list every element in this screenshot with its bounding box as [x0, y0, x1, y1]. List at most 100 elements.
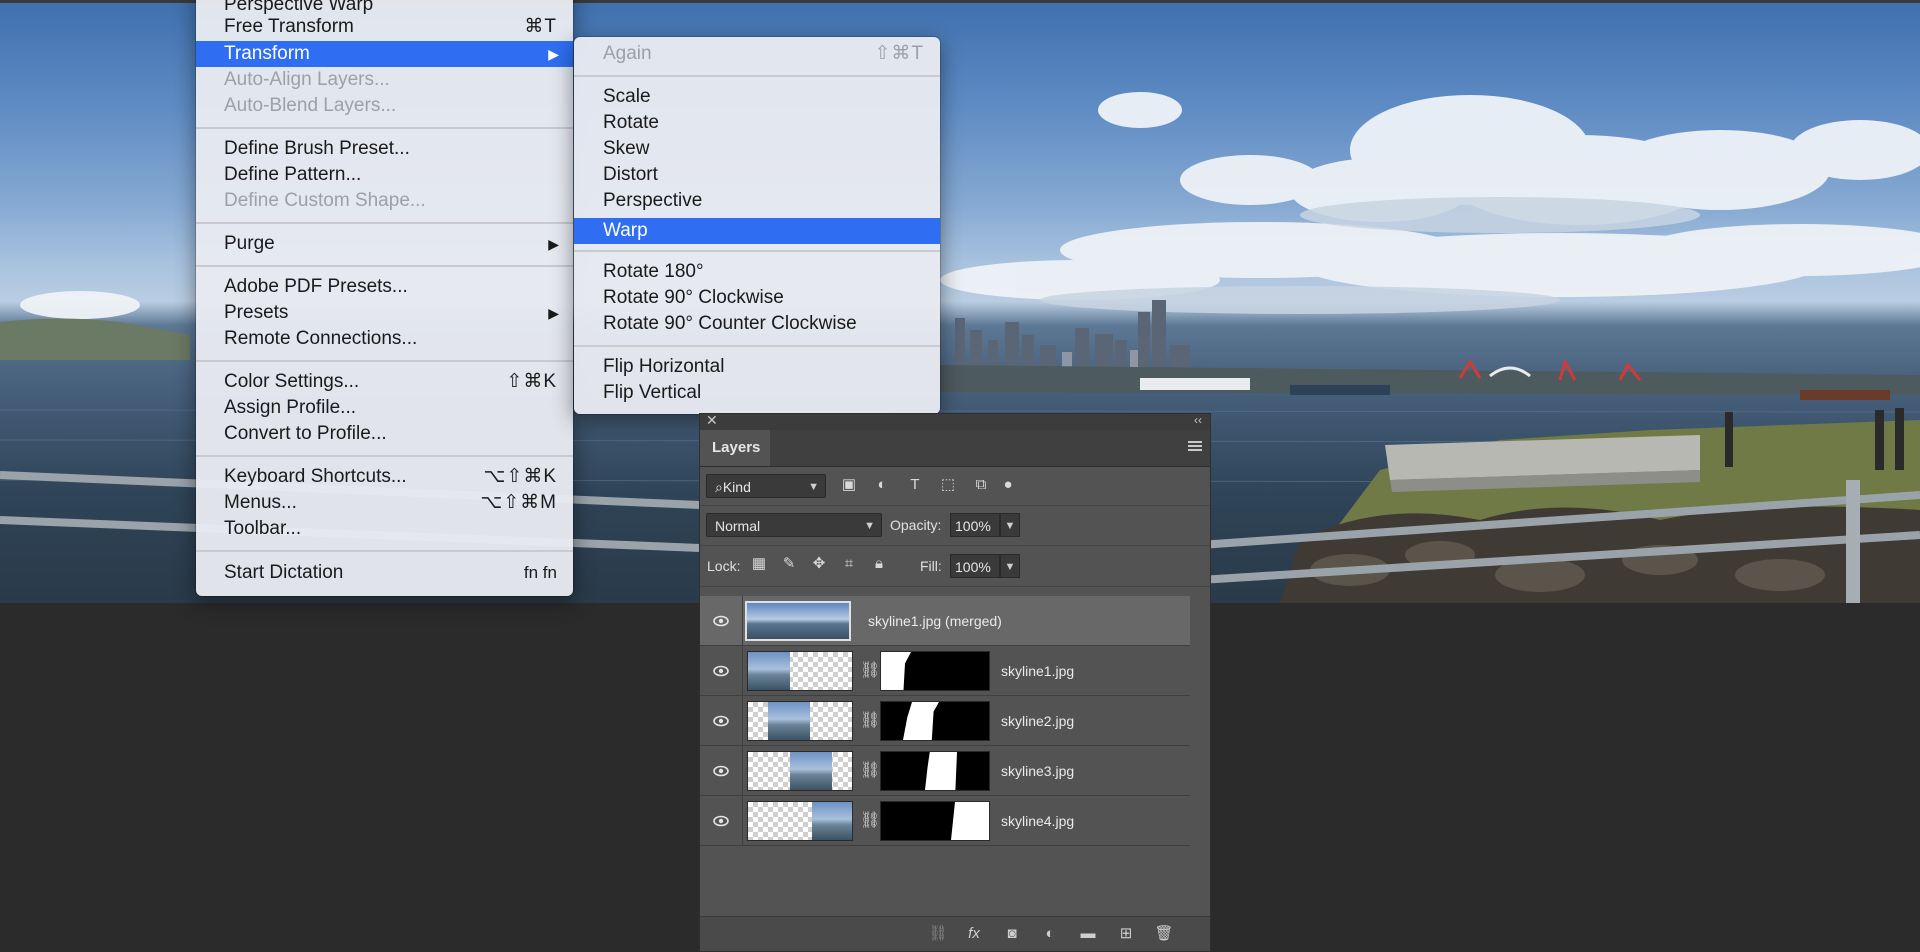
close-icon[interactable]: ✕	[706, 412, 718, 429]
menu-item-convert-to-profile[interactable]: Convert to Profile...	[196, 421, 573, 447]
mask-link-icon[interactable]: ⛓︎	[860, 710, 880, 730]
submenu-arrow-icon: ▶	[548, 305, 559, 321]
layer-name[interactable]: skyline1.jpg (merged)	[868, 596, 1002, 646]
fill-slider-toggle[interactable]: ▼	[1000, 554, 1020, 578]
chevron-down-icon: ▼	[864, 520, 875, 532]
menu-item-rotate[interactable]: Rotate	[574, 110, 940, 136]
blend-row: Normal ▼ Opacity: 100% ▼	[700, 506, 1210, 546]
menu-item-purge[interactable]: Purge ▶	[196, 231, 573, 257]
layer-list: skyline1.jpg (merged) ⛓︎ skyline1.jpg ⛓︎…	[700, 596, 1190, 846]
layer-name[interactable]: skyline2.jpg	[1001, 696, 1074, 746]
menu-item-rotate-180[interactable]: Rotate 180°	[574, 259, 940, 285]
menu-item-warp[interactable]: Warp	[574, 218, 940, 244]
mask-link-icon[interactable]: ⛓︎	[860, 760, 880, 780]
layer-row[interactable]: ⛓︎ skyline1.jpg	[700, 646, 1190, 696]
lock-image-pixels-icon[interactable]: ✎	[780, 555, 798, 573]
menu-separator	[196, 455, 573, 457]
panel-menu-icon[interactable]	[1188, 441, 1202, 453]
filter-kind-select[interactable]: ⌕Kind ▼	[706, 474, 826, 498]
menu-item-free-transform[interactable]: Free Transform ⌘T	[196, 14, 573, 40]
menu-item-presets[interactable]: Presets ▶	[196, 300, 573, 326]
menu-item-auto-blend-layers: Auto-Blend Layers...	[224, 95, 397, 116]
menu-item-assign-profile[interactable]: Assign Profile...	[196, 395, 573, 421]
menu-item-flip-horizontal[interactable]: Flip Horizontal	[574, 354, 940, 380]
menu-item-toolbar[interactable]: Toolbar...	[196, 516, 573, 542]
eye-icon[interactable]	[712, 712, 730, 730]
menu-item-perspective[interactable]: Perspective	[574, 188, 940, 214]
menu-item-keyboard-shortcuts[interactable]: Keyboard Shortcuts... ⌥⇧⌘K	[196, 464, 573, 490]
shortcut-label: ⇧⌘K	[506, 371, 557, 392]
menu-item-adobe-pdf-presets[interactable]: Adobe PDF Presets...	[196, 274, 573, 300]
layer-name[interactable]: skyline4.jpg	[1001, 796, 1074, 846]
layer-mask-thumbnail[interactable]	[880, 701, 990, 741]
menu-item-color-settings[interactable]: Color Settings... ⇧⌘K	[196, 369, 573, 395]
eye-icon[interactable]	[712, 812, 730, 830]
shape-layer-filter-icon[interactable]: ⬚	[939, 476, 957, 494]
layer-thumbnail[interactable]	[747, 801, 853, 841]
lock-transparent-pixels-icon[interactable]: ▦	[750, 555, 768, 573]
menu-separator	[196, 360, 573, 362]
smart-object-filter-icon[interactable]: ⧉	[972, 476, 990, 494]
menu-item-transform[interactable]: Transform ▶	[196, 41, 573, 67]
layer-thumbnail[interactable]	[747, 701, 853, 741]
link-layers-icon[interactable]: ⛓︎	[928, 925, 948, 943]
menu-item-remote-connections[interactable]: Remote Connections...	[196, 326, 573, 352]
menu-item-flip-vertical[interactable]: Flip Vertical	[574, 380, 940, 406]
layer-mask-thumbnail[interactable]	[880, 801, 990, 841]
mask-link-icon[interactable]: ⛓︎	[860, 660, 880, 680]
menu-item-menus[interactable]: Menus... ⌥⇧⌘M	[196, 490, 573, 516]
opacity-input[interactable]: 100%	[950, 513, 1000, 537]
type-layer-filter-icon[interactable]: T	[906, 476, 924, 494]
layer-mask-thumbnail[interactable]	[880, 651, 990, 691]
transform-submenu: Again ⇧⌘T Scale Rotate Skew Distort Persp…	[574, 37, 940, 414]
mask-link-icon[interactable]: ⛓︎	[860, 810, 880, 830]
panel-title-strip[interactable]: ✕ ‹‹	[700, 412, 1210, 430]
layers-panel: ✕ ‹‹ Layers ⌕Kind ▼ ▣ ◐ T ⬚ ⧉ ● Normal ▼…	[699, 412, 1211, 952]
layer-style-fx-icon[interactable]: fx	[964, 925, 984, 943]
opacity-slider-toggle[interactable]: ▼	[1000, 513, 1020, 537]
layer-name[interactable]: skyline1.jpg	[1001, 646, 1074, 696]
new-layer-icon[interactable]: ⊞	[1116, 925, 1136, 943]
fill-label: Fill:	[920, 558, 942, 574]
menu-item-define-brush-preset[interactable]: Define Brush Preset...	[196, 136, 573, 162]
menu-item-start-dictation[interactable]: Start Dictation fn fn	[196, 560, 573, 586]
menu-item-define-pattern[interactable]: Define Pattern...	[196, 162, 573, 188]
eye-icon[interactable]	[712, 612, 730, 630]
layer-thumbnail[interactable]	[747, 651, 853, 691]
menu-separator	[196, 550, 573, 552]
eye-icon[interactable]	[712, 662, 730, 680]
layer-thumbnail[interactable]	[745, 601, 851, 641]
menu-item-skew[interactable]: Skew	[574, 136, 940, 162]
lock-artboard-icon[interactable]: ⌗	[840, 555, 858, 573]
menu-item-auto-align-layers: Auto-Align Layers...	[224, 69, 390, 90]
filter-toggle-icon[interactable]: ●	[1002, 476, 1014, 494]
eye-icon[interactable]	[712, 762, 730, 780]
layer-thumbnail[interactable]	[747, 751, 853, 791]
menu-item-distort[interactable]: Distort	[574, 162, 940, 188]
layer-row[interactable]: ⛓︎ skyline3.jpg	[700, 746, 1190, 796]
layer-mask-thumbnail[interactable]	[880, 751, 990, 791]
trash-icon[interactable]: 🗑︎	[1154, 925, 1174, 943]
shortcut-label: ⇧⌘T	[874, 43, 924, 64]
submenu-arrow-icon: ▶	[548, 46, 559, 62]
tab-layers[interactable]: Layers	[700, 430, 770, 466]
menu-separator	[196, 127, 573, 129]
new-group-folder-icon[interactable]: ▬	[1078, 925, 1098, 943]
layer-row[interactable]: ⛓︎ skyline2.jpg	[700, 696, 1190, 746]
blend-mode-select[interactable]: Normal ▼	[706, 513, 882, 537]
menu-item-rotate-90-ccw[interactable]: Rotate 90° Counter Clockwise	[574, 311, 940, 337]
adjustment-layer-filter-icon[interactable]: ◐	[873, 476, 891, 494]
lock-position-icon[interactable]: ✥	[810, 555, 828, 573]
layer-name[interactable]: skyline3.jpg	[1001, 746, 1074, 796]
layer-row[interactable]: skyline1.jpg (merged)	[700, 596, 1190, 646]
pixel-layer-filter-icon[interactable]: ▣	[840, 476, 858, 494]
add-mask-icon[interactable]: ◙	[1002, 925, 1022, 943]
collapse-icon[interactable]: ‹‹	[1194, 413, 1202, 427]
layer-row[interactable]: ⛓︎ skyline4.jpg	[700, 796, 1190, 846]
fill-input[interactable]: 100%	[950, 554, 1000, 578]
adjustment-layer-icon[interactable]: ◐	[1040, 925, 1060, 943]
menu-item-rotate-90-cw[interactable]: Rotate 90° Clockwise	[574, 285, 940, 311]
edit-menu: Perspective Warp Free Transform ⌘T Transf…	[196, 0, 573, 596]
menu-item-scale[interactable]: Scale	[574, 84, 940, 110]
lock-all-icon[interactable]: 🔒︎	[870, 555, 888, 573]
